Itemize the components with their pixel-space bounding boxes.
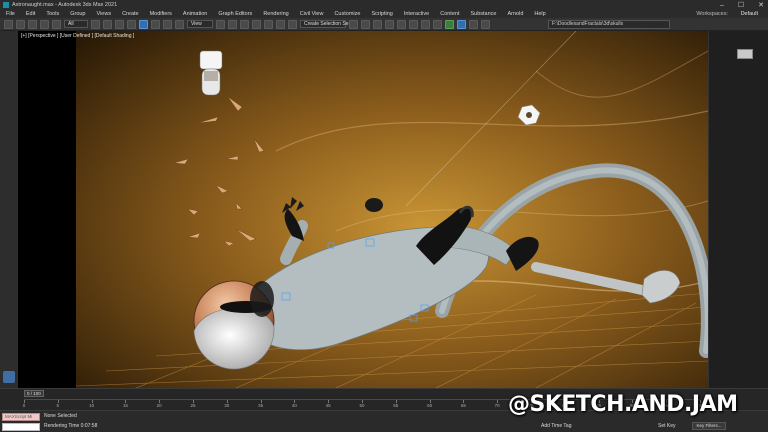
timeline-tick-label: 20: [156, 403, 162, 408]
move-transform-icon[interactable]: [228, 19, 237, 29]
command-panel[interactable]: [708, 31, 768, 388]
add-time-tag-button[interactable]: Add Time Tag: [541, 423, 571, 429]
menu-create[interactable]: Create: [122, 11, 139, 17]
schematic-view-icon[interactable]: [421, 19, 430, 29]
key-filters-button[interactable]: Key Filters...: [692, 422, 726, 430]
render-frame-icon[interactable]: [457, 19, 466, 29]
timeline-tick-label: 25: [190, 403, 196, 408]
render-setup-icon[interactable]: [445, 19, 454, 29]
menu-file[interactable]: File: [6, 11, 15, 17]
select-icon[interactable]: [91, 19, 100, 29]
bind-space-warp-icon[interactable]: [52, 19, 61, 29]
menu-civil-view[interactable]: Civil View: [300, 11, 324, 17]
place-icon[interactable]: [175, 19, 184, 29]
scene-render: [76, 31, 708, 388]
mirror-icon[interactable]: [349, 19, 358, 29]
timeline-tick-label: 45: [325, 403, 331, 408]
selection-filter-dropdown[interactable]: All: [64, 20, 88, 28]
timeline-tick-label: 10: [89, 403, 95, 408]
layer-explorer-icon[interactable]: [385, 19, 394, 29]
menu-animation[interactable]: Animation: [183, 11, 207, 17]
viewport-layout-icon[interactable]: [3, 371, 15, 383]
timeline-tick-label: 50: [359, 403, 365, 408]
menu-interactive[interactable]: Interactive: [404, 11, 429, 17]
timeline-tick-label: 5: [56, 403, 60, 408]
timeline-tick-label: 15: [122, 403, 128, 408]
menu-modifiers[interactable]: Modifiers: [150, 11, 172, 17]
menu-rendering[interactable]: Rendering: [263, 11, 288, 17]
timeline-tick-label: 0: [22, 403, 26, 408]
undo-icon[interactable]: [4, 19, 13, 29]
move-icon[interactable]: [139, 19, 148, 29]
spinner-snap-icon[interactable]: [276, 19, 285, 29]
watermark-text: @SKETCH.AND.JAM: [508, 392, 738, 417]
selection-status: None Selected: [44, 413, 77, 419]
scale-icon[interactable]: [163, 19, 172, 29]
time-slider[interactable]: 0 / 100: [24, 390, 44, 397]
rotate-icon[interactable]: [151, 19, 160, 29]
maxscript-input[interactable]: [2, 423, 40, 431]
menu-content[interactable]: Content: [440, 11, 459, 17]
menu-customize[interactable]: Customize: [334, 11, 360, 17]
unlink-icon[interactable]: [40, 19, 49, 29]
workspaces-label: Workspaces:: [696, 11, 728, 17]
named-selection-set-dropdown[interactable]: Create Selection Se: [300, 20, 348, 28]
menu-graph-editors[interactable]: Graph Editors: [218, 11, 252, 17]
timeline-tick-label: 35: [258, 403, 264, 408]
window-title: Astronaught.max - Autodesk 3ds Max 2021: [12, 2, 118, 8]
timeline-tick-label: 60: [427, 403, 433, 408]
menu-help[interactable]: Help: [534, 11, 545, 17]
set-key-button[interactable]: Set Key: [658, 423, 676, 429]
menu-views[interactable]: Views: [97, 11, 112, 17]
menu-substance[interactable]: Substance: [470, 11, 496, 17]
window-controls: – ☐ ✕: [720, 0, 764, 10]
reference-coordinate-dropdown[interactable]: View: [187, 20, 213, 28]
curve-editor-icon[interactable]: [409, 19, 418, 29]
title-bar: Astronaught.max - Autodesk 3ds Max 2021 …: [0, 0, 768, 10]
rectangle-select-icon[interactable]: [115, 19, 124, 29]
ribbon-icon[interactable]: [397, 19, 406, 29]
rendering-time: Rendering Time 0:07:58: [44, 423, 98, 429]
arnold-render-icon[interactable]: [481, 19, 490, 29]
timeline-tick-label: 70: [494, 403, 500, 408]
menu-scripting[interactable]: Scripting: [371, 11, 392, 17]
timeline-tick-label: 30: [224, 403, 230, 408]
app-logo-icon: [3, 2, 9, 8]
material-editor-icon[interactable]: [433, 19, 442, 29]
project-path-field[interactable]: F:\DoodlesandFractals\3d\skulls: [548, 20, 670, 29]
timeline-tick-label: 40: [291, 403, 297, 408]
maximize-button[interactable]: ☐: [738, 1, 744, 9]
timeline-tick-label: 65: [460, 403, 466, 408]
select-by-name-icon[interactable]: [103, 19, 112, 29]
viewport-label[interactable]: [+] [Perspective ] [User Defined ] [Defa…: [21, 33, 134, 39]
render-icon[interactable]: [469, 19, 478, 29]
viewcube-icon[interactable]: [737, 49, 753, 59]
pivot-icon[interactable]: [216, 19, 225, 29]
maxscript-listener[interactable]: MAXScript Mi: [2, 413, 40, 421]
window-crossing-icon[interactable]: [127, 19, 136, 29]
menu-arnold[interactable]: Arnold: [507, 11, 523, 17]
align-icon[interactable]: [361, 19, 370, 29]
menu-group[interactable]: Group: [70, 11, 85, 17]
percent-snap-icon[interactable]: [264, 19, 273, 29]
close-button[interactable]: ✕: [758, 1, 764, 9]
main-toolbar: All View Create Selection Se F:\Doodlesa…: [0, 18, 768, 31]
perspective-viewport[interactable]: [+] [Perspective ] [User Defined ] [Defa…: [18, 31, 708, 388]
menu-tools[interactable]: Tools: [46, 11, 59, 17]
viewport-scene[interactable]: [76, 31, 708, 388]
edit-named-selection-icon[interactable]: [288, 19, 297, 29]
snap-icon[interactable]: [240, 19, 249, 29]
minimize-button[interactable]: –: [720, 2, 724, 9]
menu-bar: File Edit Tools Group Views Create Modif…: [0, 10, 768, 18]
timeline-tick-label: 55: [393, 403, 399, 408]
angle-snap-icon[interactable]: [252, 19, 261, 29]
left-toolbar: [0, 31, 18, 388]
scene-explorer-icon[interactable]: [373, 19, 382, 29]
workspaces-dropdown[interactable]: Default: [741, 10, 758, 18]
menu-edit[interactable]: Edit: [26, 11, 35, 17]
link-icon[interactable]: [28, 19, 37, 29]
redo-icon[interactable]: [16, 19, 25, 29]
